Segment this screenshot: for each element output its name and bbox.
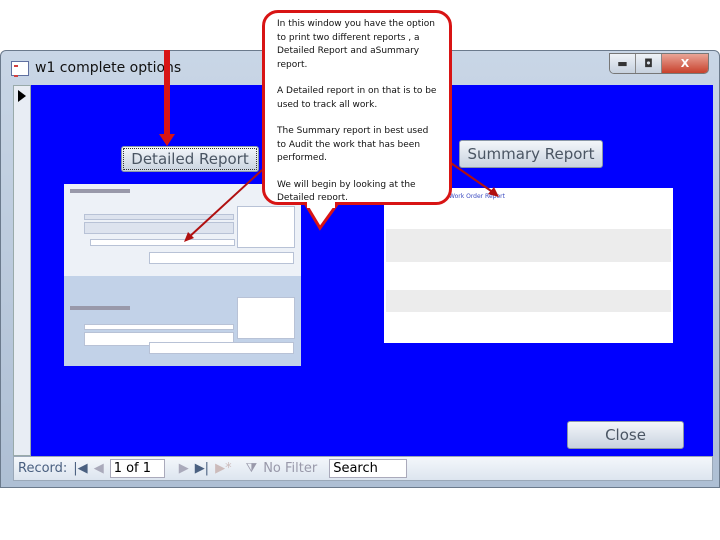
- callout-text: The Summary report in best used to Audit…: [277, 126, 429, 163]
- arrow-to-detailed: [187, 169, 263, 239]
- down-arrow-head: [159, 134, 175, 146]
- down-arrow-shaft: [164, 50, 170, 136]
- callout-text: We will begin by looking at the Detailed…: [277, 179, 416, 204]
- callout-text: A Detailed report in on that is to be us…: [277, 86, 437, 110]
- callout-text: In this window you have the option to pr…: [277, 19, 435, 70]
- callout-note: In this window you have the option to pr…: [262, 10, 452, 205]
